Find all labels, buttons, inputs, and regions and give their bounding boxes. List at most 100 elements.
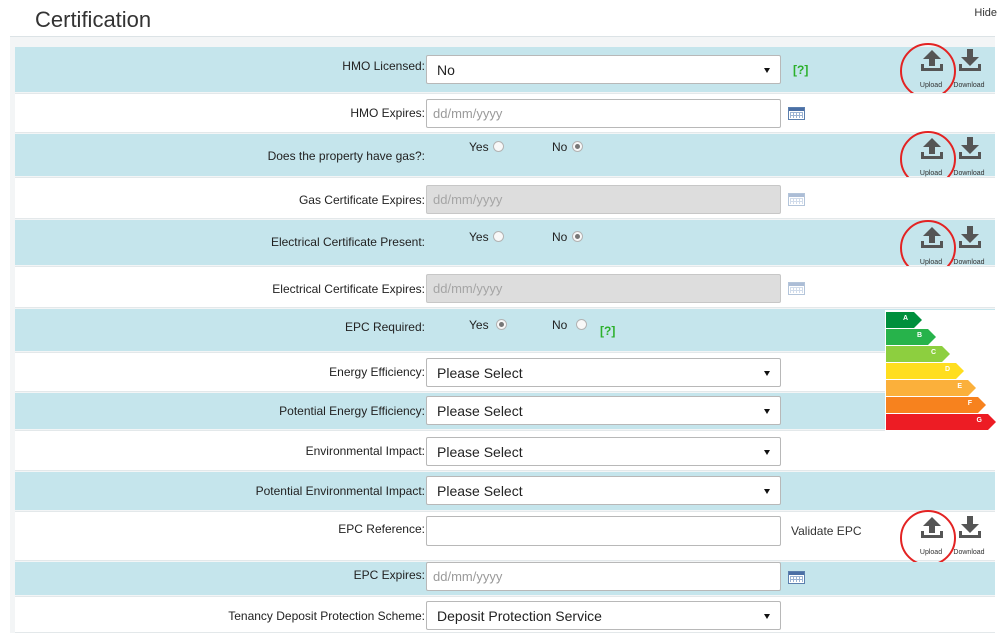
row-environmental-impact: Environmental Impact: Please Select xyxy=(15,430,995,471)
environmental-impact-value: Please Select xyxy=(437,444,523,460)
potential-environmental-impact-select[interactable]: Please Select xyxy=(426,476,781,505)
energy-efficiency-label: Energy Efficiency: xyxy=(329,365,425,379)
epc-band-letter: G xyxy=(976,417,982,424)
download-icon xyxy=(959,226,981,248)
download-icon xyxy=(959,516,981,538)
row-epc-required: EPC Required: Yes No [?] xyxy=(15,309,995,351)
row-electrical-expires: Electrical Certificate Expires: dd/mm/yy… xyxy=(15,266,995,308)
hmo-licensed-select[interactable]: No xyxy=(426,55,781,84)
epc-required-no-radio[interactable] xyxy=(576,319,587,330)
chevron-down-icon xyxy=(764,450,770,455)
row-deposit-scheme: Tenancy Deposit Protection Scheme: Depos… xyxy=(15,596,995,633)
epc-required-no-label: No xyxy=(552,318,568,332)
row-epc-expires: EPC Expires: dd/mm/yyyy xyxy=(15,562,995,595)
electrical-upload-button[interactable]: Upload xyxy=(900,220,956,276)
environmental-impact-label: Environmental Impact: xyxy=(305,444,425,458)
row-potential-energy-efficiency: Potential Energy Efficiency: Please Sele… xyxy=(15,393,995,429)
hmo-licensed-help-link[interactable]: [?] xyxy=(793,63,808,77)
electrical-expires-label: Electrical Certificate Expires: xyxy=(272,282,425,296)
epc-band-letter: C xyxy=(930,349,936,356)
potential-energy-efficiency-label: Potential Energy Efficiency: xyxy=(279,404,425,418)
download-label: Download xyxy=(953,170,985,177)
epc-expires-label: EPC Expires: xyxy=(353,568,425,582)
epc-upload-button[interactable]: Upload xyxy=(900,510,956,566)
validate-epc-link[interactable]: Validate EPC xyxy=(791,524,861,538)
hide-link[interactable]: Hide xyxy=(974,7,997,19)
gas-cert-expires-input[interactable]: dd/mm/yyyy xyxy=(426,185,781,214)
gas-cert-expires-label: Gas Certificate Expires: xyxy=(298,193,425,207)
download-label: Download xyxy=(953,82,985,89)
gas-upload-button[interactable]: Upload xyxy=(900,131,956,187)
row-energy-efficiency: Energy Efficiency: Please Select xyxy=(15,352,995,392)
calendar-icon[interactable] xyxy=(788,282,805,295)
electrical-yes-label: Yes xyxy=(469,230,489,244)
epc-band-d: D xyxy=(886,363,964,379)
epc-required-yes-radio[interactable] xyxy=(496,319,507,330)
energy-efficiency-value: Please Select xyxy=(437,365,523,381)
calendar-icon[interactable] xyxy=(788,571,805,584)
epc-file-buttons: Upload Download xyxy=(900,510,1001,566)
electrical-yes-radio[interactable] xyxy=(493,231,504,242)
epc-band-letter: B xyxy=(916,332,922,339)
has-gas-yes-label: Yes xyxy=(469,140,489,154)
environmental-impact-select[interactable]: Please Select xyxy=(426,437,781,466)
page-title: Certification xyxy=(35,7,152,32)
download-icon xyxy=(959,49,981,71)
energy-efficiency-select[interactable]: Please Select xyxy=(426,358,781,387)
row-gas-cert-expires: Gas Certificate Expires: dd/mm/yyyy xyxy=(15,177,995,219)
hmo-expires-input[interactable]: dd/mm/yyyy xyxy=(426,99,781,128)
epc-reference-label: EPC Reference: xyxy=(338,522,425,536)
chevron-down-icon xyxy=(764,371,770,376)
row-has-gas: Does the property have gas?: Yes No Uplo… xyxy=(15,131,995,187)
has-gas-yes-radio[interactable] xyxy=(493,141,504,152)
epc-band-letter: F xyxy=(967,400,972,407)
deposit-scheme-label: Tenancy Deposit Protection Scheme: xyxy=(228,609,425,623)
chevron-down-icon xyxy=(764,409,770,414)
electrical-download-button[interactable]: Download xyxy=(949,224,989,270)
epc-required-help-link[interactable]: [?] xyxy=(600,324,615,338)
epc-band-a: A xyxy=(886,312,922,328)
calendar-icon[interactable] xyxy=(788,107,805,120)
epc-band-letter: A xyxy=(902,315,908,322)
has-gas-label: Does the property have gas?: xyxy=(267,149,425,163)
download-label: Download xyxy=(953,259,985,266)
has-gas-no-label: No xyxy=(552,140,568,154)
epc-download-button[interactable]: Download xyxy=(949,514,989,560)
has-gas-no-radio[interactable] xyxy=(572,141,583,152)
upload-icon xyxy=(921,227,943,248)
epc-band-letter: D xyxy=(944,366,950,373)
epc-required-label: EPC Required: xyxy=(344,320,425,334)
hmo-licensed-value: No xyxy=(437,62,455,78)
potential-environmental-impact-value: Please Select xyxy=(437,483,523,499)
chevron-down-icon xyxy=(764,68,770,73)
hmo-upload-button[interactable]: Upload xyxy=(900,43,956,99)
epc-band-f: F xyxy=(886,397,986,413)
deposit-scheme-value: Deposit Protection Service xyxy=(437,608,602,624)
potential-energy-efficiency-value: Please Select xyxy=(437,403,523,419)
epc-band-b: B xyxy=(886,329,936,345)
hmo-download-button[interactable]: Download xyxy=(949,47,989,93)
electrical-expires-input[interactable]: dd/mm/yyyy xyxy=(426,274,781,303)
epc-expires-input[interactable]: dd/mm/yyyy xyxy=(426,562,781,591)
upload-icon xyxy=(921,138,943,159)
row-epc-reference: EPC Reference: Validate EPC Upload Downl… xyxy=(15,510,995,566)
epc-reference-input[interactable] xyxy=(426,516,781,546)
electrical-present-label: Electrical Certificate Present: xyxy=(270,235,425,249)
epc-rating-graph: A B C D E F G xyxy=(885,310,997,460)
epc-band-e: E xyxy=(886,380,976,396)
chevron-down-icon xyxy=(764,614,770,619)
potential-energy-efficiency-select[interactable]: Please Select xyxy=(426,396,781,425)
download-label: Download xyxy=(953,549,985,556)
upload-icon xyxy=(921,517,943,538)
epc-band-c: C xyxy=(886,346,950,362)
deposit-scheme-select[interactable]: Deposit Protection Service xyxy=(426,601,781,630)
electrical-no-radio[interactable] xyxy=(572,231,583,242)
potential-environmental-impact-label: Potential Environmental Impact: xyxy=(255,484,425,498)
hmo-licensed-label: HMO Licensed: xyxy=(342,59,425,73)
calendar-icon[interactable] xyxy=(788,193,805,206)
gas-download-button[interactable]: Download xyxy=(949,135,989,181)
row-potential-environmental-impact: Potential Environmental Impact: Please S… xyxy=(15,472,995,510)
hmo-expires-label: HMO Expires: xyxy=(350,106,425,120)
row-hmo-licensed: HMO Licensed: No [?] Upload Download xyxy=(15,43,995,99)
chevron-down-icon xyxy=(764,489,770,494)
